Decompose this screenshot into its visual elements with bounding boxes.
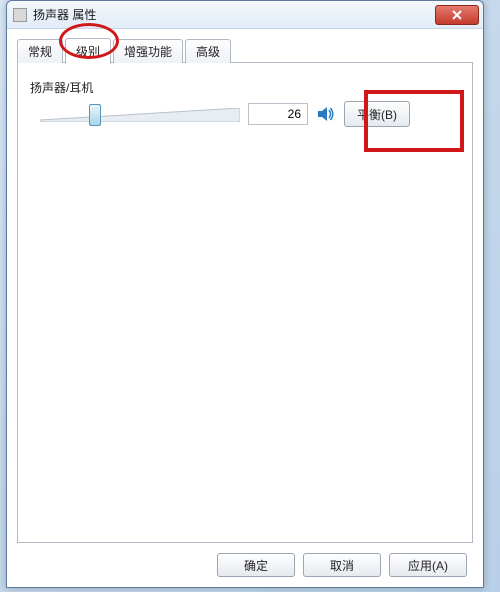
close-button[interactable] (435, 5, 479, 25)
tabs-row: 常规 级别 增强功能 高级 (17, 37, 473, 63)
volume-row: 平衡(B) (30, 100, 460, 128)
dialog-footer: 确定 取消 应用(A) (17, 543, 473, 587)
window-icon (13, 8, 27, 22)
slider-thumb[interactable] (89, 104, 101, 126)
mute-toggle[interactable] (316, 104, 336, 124)
ok-button[interactable]: 确定 (217, 553, 295, 577)
close-icon (451, 10, 463, 20)
balance-button[interactable]: 平衡(B) (344, 101, 410, 127)
cancel-button[interactable]: 取消 (303, 553, 381, 577)
volume-value-field[interactable] (248, 103, 308, 125)
slider-track-icon (40, 108, 240, 122)
tab-levels[interactable]: 级别 (65, 38, 111, 64)
volume-slider[interactable] (40, 100, 240, 128)
device-label: 扬声器/耳机 (30, 79, 460, 96)
tab-label: 高级 (196, 43, 220, 60)
tab-advanced[interactable]: 高级 (185, 39, 231, 63)
tab-pane-levels: 扬声器/耳机 平衡(B) (17, 62, 473, 543)
client-area: 常规 级别 增强功能 高级 扬声器/耳机 (7, 29, 483, 587)
speaker-properties-window: 扬声器 属性 常规 级别 增强功能 高级 扬声器/耳机 (6, 0, 484, 588)
titlebar[interactable]: 扬声器 属性 (7, 1, 483, 29)
tab-label: 增强功能 (124, 43, 172, 60)
tab-enhancements[interactable]: 增强功能 (113, 39, 183, 63)
tab-general[interactable]: 常规 (17, 39, 63, 63)
tab-label: 常规 (28, 43, 52, 60)
speaker-icon (317, 106, 335, 122)
apply-button[interactable]: 应用(A) (389, 553, 467, 577)
window-title: 扬声器 属性 (33, 6, 435, 23)
tab-label: 级别 (76, 43, 100, 60)
